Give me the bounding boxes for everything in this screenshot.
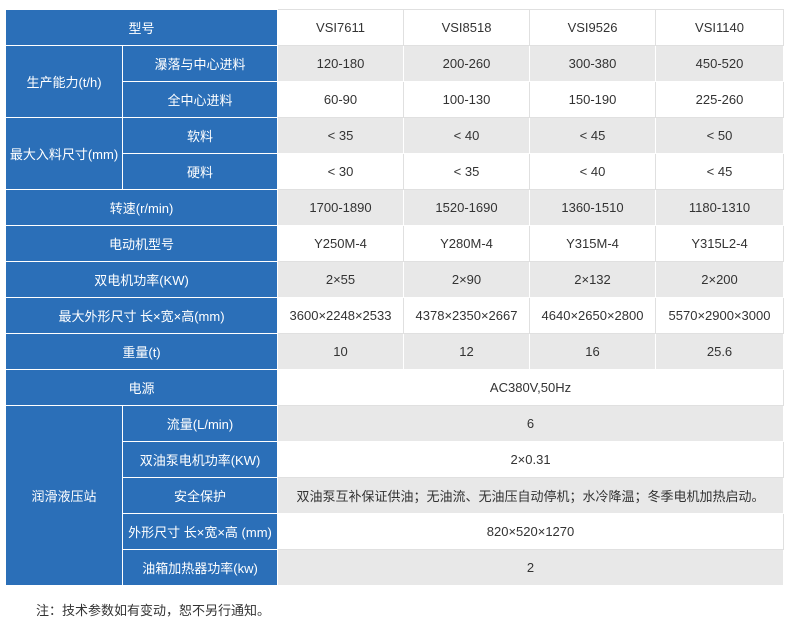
row-label: 安全保护 [121,477,279,514]
row-label: 电源 [4,369,279,406]
cell-value: 4640×2650×2800 [529,297,657,334]
cell-value: 3600×2248×2533 [277,297,405,334]
model-name: VSI8518 [403,9,531,46]
cell-value: < 45 [529,117,657,154]
table-row: 安全保护 双油泵互补保证供油；无油流、无油压自动停机；水冷降温；冬季电机加热启动… [6,477,785,514]
cell-value: 60-90 [277,81,405,118]
table-row: 全中心进料 60-90 100-130 150-190 225-260 [6,81,785,118]
model-name: VSI1140 [655,9,785,46]
row-label: 瀑落与中心进料 [121,45,279,82]
cell-value: 10 [277,333,405,370]
cell-value: 820×520×1270 [277,513,785,550]
model-name: VSI7611 [277,9,405,46]
cell-value: 6 [277,405,785,442]
row-label: 双油泵电机功率(KW) [121,441,279,478]
cell-value: 200-260 [403,45,531,82]
table-row: 转速(r/min) 1700-1890 1520-1690 1360-1510 … [4,189,785,226]
footnote: 注：技术参数如有变动，恕不另行通知。 [36,603,271,618]
cell-value: 双油泵互补保证供油；无油流、无油压自动停机；水冷降温；冬季电机加热启动。 [277,477,785,514]
table-row: 最大入料尺寸(mm) 软料 < 35 < 40 < 45 < 50 [5,117,785,190]
cell-value: 1360-1510 [529,189,657,226]
row-label: 重量(t) [4,333,279,370]
cell-value: 100-130 [403,81,531,118]
row-label: 流量(L/min) [121,405,279,442]
cell-value: 150-190 [529,81,657,118]
table-row: 双油泵电机功率(KW) 2×0.31 [6,441,785,478]
cell-value: 1180-1310 [655,189,785,226]
cell-value: < 35 [403,153,531,190]
row-label: 双电机功率(KW) [4,261,279,298]
cell-value: 300-380 [529,45,657,82]
cell-value: < 30 [277,153,405,190]
table-row: 重量(t) 10 12 16 25.6 [4,333,785,370]
row-label: 外形尺寸 长×宽×高 (mm) [121,513,279,550]
model-row: 型号 VSI7611 VSI8518 VSI9526 VSI1140 [4,9,785,46]
row-label: 转速(r/min) [4,189,279,226]
model-name: VSI9526 [529,9,657,46]
row-label: 全中心进料 [121,81,279,118]
capacity-group-label: 生产能力(t/h) [5,45,123,118]
cell-value: 12 [403,333,531,370]
table-row: 润滑液压站 流量(L/min) 6 [5,405,785,586]
spec-table: 型号 VSI7611 VSI8518 VSI9526 VSI1140 生产能力(… [4,9,785,586]
cell-value: Y280M-4 [403,225,531,262]
cell-value: Y250M-4 [277,225,405,262]
cell-value: 1520-1690 [403,189,531,226]
cell-value: 2×200 [655,261,785,298]
table-row: 生产能力(t/h) 瀑落与中心进料 120-180 200-260 300-38… [5,45,785,118]
cell-value: 2×0.31 [277,441,785,478]
feed-size-group-label: 最大入料尺寸(mm) [5,117,123,190]
row-label: 最大外形尺寸 长×宽×高(mm) [4,297,279,334]
cell-value: AC380V,50Hz [277,369,785,406]
cell-value: 4378×2350×2667 [403,297,531,334]
cell-value: 2×132 [529,261,657,298]
table-row: 硬料 < 30 < 35 < 40 < 45 [6,153,785,190]
row-label: 硬料 [121,153,279,190]
cell-value: < 35 [277,117,405,154]
cell-value: 25.6 [655,333,785,370]
table-row: 电动机型号 Y250M-4 Y280M-4 Y315M-4 Y315L2-4 [4,225,785,262]
cell-value: < 40 [403,117,531,154]
cell-value: < 50 [655,117,785,154]
cell-value: 2×90 [403,261,531,298]
row-label: 软料 [121,117,279,154]
row-label: 电动机型号 [4,225,279,262]
cell-value: < 45 [655,153,785,190]
cell-value: 16 [529,333,657,370]
table-row: 油箱加热器功率(kw) 2 [6,549,785,586]
cell-value: 450-520 [655,45,785,82]
cell-value: 2×55 [277,261,405,298]
cell-value: 5570×2900×3000 [655,297,785,334]
cell-value: 225-260 [655,81,785,118]
cell-value: 1700-1890 [277,189,405,226]
cell-value: < 40 [529,153,657,190]
model-header: 型号 [4,9,279,46]
table-row: 双电机功率(KW) 2×55 2×90 2×132 2×200 [4,261,785,298]
lube-group-label: 润滑液压站 [5,405,123,586]
cell-value: 2 [277,549,785,586]
cell-value: Y315M-4 [529,225,657,262]
table-row: 最大外形尺寸 长×宽×高(mm) 3600×2248×2533 4378×235… [4,297,785,334]
table-row: 电源 AC380V,50Hz [4,369,785,406]
row-label: 油箱加热器功率(kw) [121,549,279,586]
cell-value: 120-180 [277,45,405,82]
table-row: 外形尺寸 长×宽×高 (mm) 820×520×1270 [6,513,785,550]
cell-value: Y315L2-4 [655,225,785,262]
